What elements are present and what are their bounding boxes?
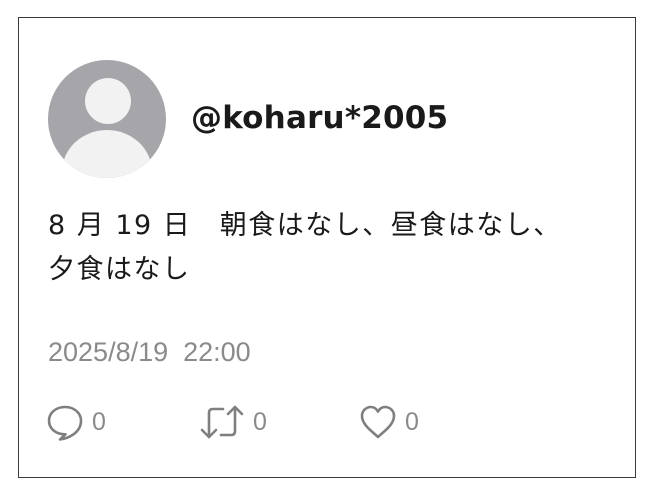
reply-button[interactable]: 0 bbox=[46, 403, 106, 441]
repost-arrows-icon bbox=[199, 403, 245, 441]
post-card: @koharu*2005 8 月 19 日 朝食はなし、昼食はなし、 夕食はなし… bbox=[18, 17, 636, 478]
like-count: 0 bbox=[405, 407, 419, 436]
avatar-body-shape bbox=[62, 130, 152, 178]
avatar-head-shape bbox=[85, 78, 131, 124]
post-text-line-1: 8 月 19 日 朝食はなし、昼食はなし、 bbox=[48, 210, 562, 241]
like-button[interactable]: 0 bbox=[359, 403, 419, 441]
post-timestamp: 2025/8/19 22:00 bbox=[48, 337, 251, 367]
reply-count: 0 bbox=[92, 407, 106, 436]
post-text: 8 月 19 日 朝食はなし、昼食はなし、 夕食はなし bbox=[48, 204, 618, 292]
post-text-line-2: 夕食はなし bbox=[48, 254, 191, 285]
post-actions: 0 0 0 bbox=[46, 403, 606, 441]
username[interactable]: @koharu*2005 bbox=[191, 100, 448, 136]
avatar[interactable] bbox=[48, 60, 166, 178]
repost-count: 0 bbox=[253, 407, 267, 436]
speech-bubble-icon bbox=[46, 403, 84, 441]
repost-button[interactable]: 0 bbox=[199, 403, 267, 441]
heart-icon bbox=[359, 403, 397, 441]
